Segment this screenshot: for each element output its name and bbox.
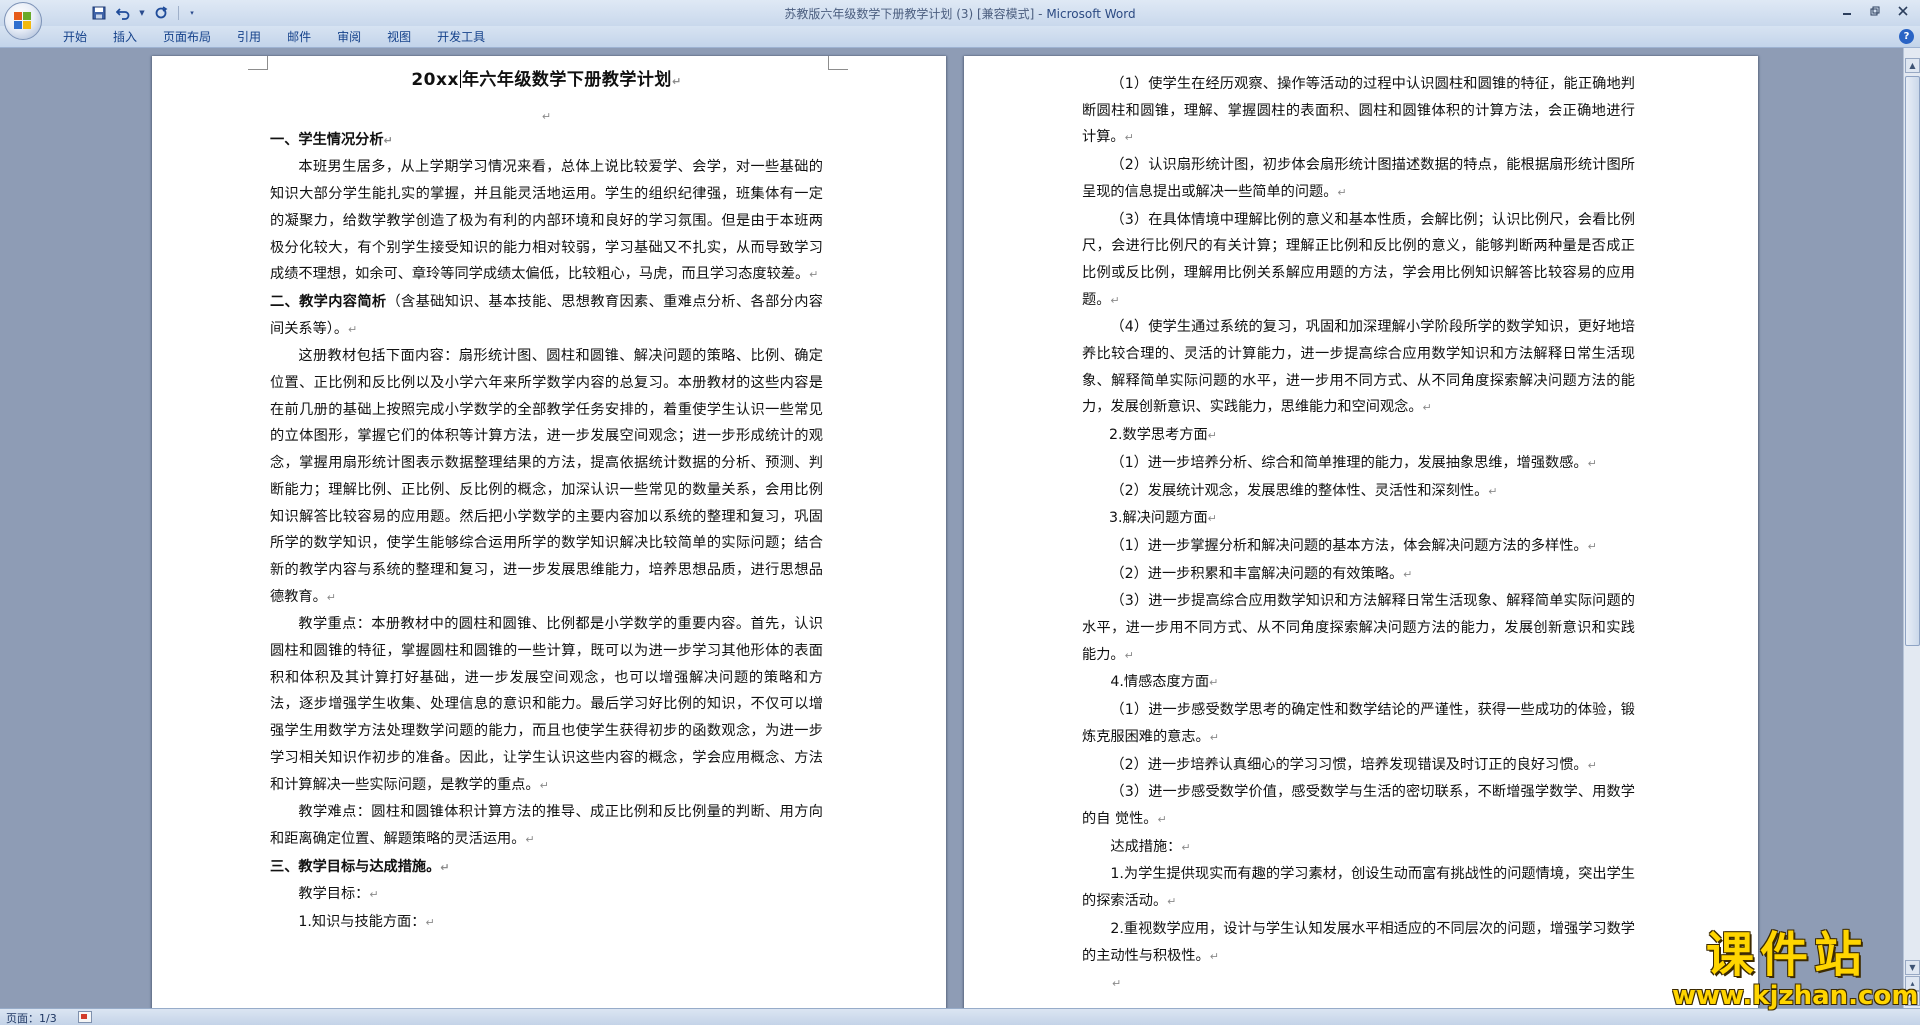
ribbon-tab-bar: 开始 插入 页面布局 引用 邮件 审阅 视图 开发工具 ? — [0, 26, 1920, 48]
title-bar: ▼ ▾ 苏教版六年级数学下册教学计划 (3) [兼容模式] - Microsof… — [0, 0, 1920, 26]
paragraph: 教学重点：本册教材中的圆柱和圆锥、比例都是小学数学的重要内容。首先，认识圆柱和圆… — [270, 616, 823, 793]
paragraph-text: （1）进一步掌握分析和解决问题的基本方法，体会解决问题方法的多样性。 — [1110, 537, 1588, 554]
paragraph: 一、学生情况分析↵ — [270, 131, 393, 148]
scrollbar-thumb[interactable] — [1905, 76, 1920, 646]
proofing-icon[interactable] — [78, 1011, 92, 1023]
restore-icon[interactable] — [1862, 2, 1888, 20]
document-title-heading: 20xx 年六年级数学下册教学计划↵ — [411, 70, 682, 90]
paragraph: （2）认识扇形统计图，初步体会扇形统计图描述数据的特点，能根据扇形统计图所呈现的… — [1082, 157, 1635, 200]
scroll-up-icon[interactable]: ▲ — [1905, 58, 1920, 73]
page-1-text[interactable]: 20xx 年六年级数学下册教学计划↵ ↵ 一、学生情况分析↵ 本班男生居多，从上学期… — [270, 67, 823, 937]
paragraph-text: 达成措施： — [1110, 838, 1182, 855]
paragraph: 教学目标：↵ — [298, 886, 379, 903]
paragraph-text: 1.知识与技能方面： — [298, 914, 426, 931]
paragraph-text: 这册教材包括下面内容：扇形统计图、圆柱和圆锥、解决问题的策略、比例、确定位置、正… — [270, 348, 823, 605]
paragraph: 1.为学生提供现实而有趣的学习素材，创设生动而富有挑战性的问题情境，突出学生的探… — [1082, 866, 1635, 910]
section-heading: 一、学生情况分析 — [270, 131, 384, 148]
scroll-down-icon[interactable]: ▼ — [1905, 960, 1920, 975]
page-2-text[interactable]: （1）使学生在经历观察、操作等活动的过程中认识圆柱和圆锥的特征，能正确地判断圆柱… — [1082, 71, 1635, 998]
document-page-1[interactable]: 20xx 年六年级数学下册教学计划↵ ↵ 一、学生情况分析↵ 本班男生居多，从上学期… — [152, 56, 946, 1008]
paragraph-text: 3.解决问题方面 — [1108, 510, 1208, 527]
paragraph: （1）进一步培养分析、综合和简单推理的能力，发展抽象思维，增强数感。↵ — [1110, 454, 1597, 471]
section-heading: 三、教学目标与达成措施。 — [270, 858, 441, 875]
paragraph-text: （3）进一步提高综合应用数学知识和方法解释日常生活现象、解释简单实际问题的水平，… — [1082, 593, 1635, 663]
paragraph-text: （4）使学生通过系统的复习，巩固和加深理解小学阶段所学的数学知识，更好地培养比较… — [1082, 319, 1635, 416]
watermark-text: 课件站 — [1705, 927, 1868, 983]
paragraph: 教学难点：圆柱和圆锥体积计算方法的推导、成正比例和反比例量的判断、用方向和距离确… — [270, 804, 823, 847]
watermark-logo: 课件站 www.kjzhan.com — [1672, 927, 1919, 1011]
paragraph-text: （2）进一步积累和丰富解决问题的有效策略。 — [1110, 565, 1404, 582]
empty-paragraph: ↵ — [541, 109, 552, 123]
paragraph: 二、教学内容简析（含基础知识、基本技能、思想教育因素、重难点分析、各部分内容间关… — [270, 293, 823, 337]
paragraph-text: （1）进一步感受数学思考的确定性和数学结论的严谨性，获得一些成功的体验，锻炼克服… — [1082, 702, 1635, 745]
paragraph: （2）进一步培养认真细心的学习习惯，培养发现错误及时订正的良好习惯。↵ — [1110, 756, 1597, 773]
paragraph: （3）进一步感受数学价值，感受数学与生活的密切联系，不断增强学数学、用数学的自 … — [1082, 784, 1635, 827]
office-logo-icon — [14, 12, 32, 30]
close-icon[interactable] — [1890, 2, 1916, 20]
minimize-icon[interactable] — [1834, 2, 1860, 20]
ribbon-tab[interactable]: 页面布局 — [150, 30, 224, 44]
document-heading-text: 20xx 年六年级数学下册教学计划 — [411, 70, 672, 90]
document-page-2[interactable]: （1）使学生在经历观察、操作等活动的过程中认识圆柱和圆锥的特征，能正确地判断圆柱… — [964, 56, 1758, 1008]
paragraph: （3）在具体情境中理解比例的意义和基本性质，会解比例；认识比例尺，会看比例尺，会… — [1082, 211, 1635, 308]
paragraph-text: （2）认识扇形统计图，初步体会扇形统计图描述数据的特点，能根据扇形统计图所呈现的… — [1082, 157, 1635, 200]
paragraph: 这册教材包括下面内容：扇形统计图、圆柱和圆锥、解决问题的策略、比例、确定位置、正… — [270, 348, 823, 605]
crop-mark — [248, 56, 268, 70]
window-title: 苏教版六年级数学下册教学计划 (3) [兼容模式] - Microsoft Wo… — [0, 5, 1920, 22]
paragraph-text: （1）使学生在经历观察、操作等活动的过程中认识圆柱和圆锥的特征，能正确地判断圆柱… — [1082, 76, 1635, 146]
watermark-url: www.kjzhan.com — [1672, 981, 1919, 1011]
paragraph: （1）进一步掌握分析和解决问题的基本方法，体会解决问题方法的多样性。↵ — [1110, 537, 1597, 554]
paragraph: （1）使学生在经历观察、操作等活动的过程中认识圆柱和圆锥的特征，能正确地判断圆柱… — [1082, 76, 1635, 146]
section-heading: 二、教学内容简析 — [270, 293, 387, 310]
paragraph-text: 1.为学生提供现实而有趣的学习素材，创设生动而富有挑战性的问题情境，突出学生的探… — [1082, 866, 1635, 910]
ribbon-tab[interactable]: 开发工具 — [424, 30, 498, 44]
paragraph: 本班男生居多，从上学期学习情况来看，总体上说比较爱学、会学，对一些基础的知识大部… — [270, 159, 823, 283]
ribbon-tabs: 开始 插入 页面布局 引用 邮件 审阅 视图 开发工具 — [50, 30, 498, 44]
status-bar: 页面：1/3 — [0, 1008, 1920, 1025]
ribbon-tab[interactable]: 审阅 — [324, 30, 374, 44]
document-title: 苏教版六年级数学下册教学计划 (3) [兼容模式] - — [784, 7, 1047, 21]
text-cursor — [459, 70, 461, 88]
empty-paragraph: ↵ — [1112, 977, 1122, 991]
paragraph: 2.数学思考方面↵ — [1108, 427, 1217, 444]
paragraph: 达成措施：↵ — [1110, 838, 1191, 855]
paragraph-text: 教学重点：本册教材中的圆柱和圆锥、比例都是小学数学的重要内容。首先，认识圆柱和圆… — [270, 616, 823, 793]
paragraph: 3.解决问题方面↵ — [1108, 510, 1217, 527]
crop-mark — [828, 56, 848, 70]
paragraph: （4）使学生通过系统的复习，巩固和加深理解小学阶段所学的数学知识，更好地培养比较… — [1082, 319, 1635, 416]
document-workspace: 20xx 年六年级数学下册教学计划↵ ↵ 一、学生情况分析↵ 本班男生居多，从上学期… — [0, 48, 1903, 1008]
paragraph: 2.重视数学应用，设计与学生认知发展水平相适应的不同层次的问题，增强学习数学的主… — [1082, 920, 1635, 964]
app-name: Microsoft Word — [1046, 7, 1136, 21]
paragraph: （1）进一步感受数学思考的确定性和数学结论的严谨性，获得一些成功的体验，锻炼克服… — [1082, 702, 1635, 745]
ribbon-tab[interactable]: 引用 — [224, 30, 274, 44]
office-button[interactable] — [4, 2, 42, 40]
help-icon[interactable]: ? — [1899, 29, 1914, 44]
page-count[interactable]: 页面：1/3 — [6, 1010, 57, 1025]
paragraph: （2）发展统计观念，发展思维的整体性、灵活性和深刻性。↵ — [1110, 482, 1498, 499]
ribbon-tab[interactable]: 邮件 — [274, 30, 324, 44]
paragraph: 三、教学目标与达成措施。↵ — [270, 858, 450, 875]
paragraph-text: 教学目标： — [298, 886, 370, 903]
paragraph-text: 本班男生居多，从上学期学习情况来看，总体上说比较爱学、会学，对一些基础的知识大部… — [270, 159, 823, 283]
paragraph-text: （2）进一步培养认真细心的学习习惯，培养发现错误及时订正的良好习惯。 — [1110, 756, 1588, 773]
paragraph-text: （2）发展统计观念，发展思维的整体性、灵活性和深刻性。 — [1110, 482, 1489, 499]
paragraph: 1.知识与技能方面：↵ — [298, 914, 435, 931]
ribbon-tab[interactable]: 开始 — [50, 30, 100, 44]
paragraph-text: （1）进一步培养分析、综合和简单推理的能力，发展抽象思维，增强数感。 — [1110, 454, 1588, 471]
vertical-scrollbar[interactable]: ▲ ▼ ▴ ● — [1903, 48, 1920, 1008]
paragraph-text: （3）在具体情境中理解比例的意义和基本性质，会解比例；认识比例尺，会看比例尺，会… — [1082, 211, 1635, 308]
window-controls — [1834, 2, 1916, 20]
paragraph-text: 4.情感态度方面 — [1110, 674, 1210, 691]
paragraph-text: 2.重视数学应用，设计与学生认知发展水平相适应的不同层次的问题，增强学习数学的主… — [1082, 920, 1635, 964]
paragraph: 4.情感态度方面↵ — [1110, 674, 1219, 691]
paragraph-text: 2.数学思考方面 — [1108, 427, 1208, 444]
ribbon-tab[interactable]: 插入 — [100, 30, 150, 44]
paragraph: （3）进一步提高综合应用数学知识和方法解释日常生活现象、解释简单实际问题的水平，… — [1082, 593, 1635, 663]
ribbon-tab[interactable]: 视图 — [374, 30, 424, 44]
paragraph-text: 教学难点：圆柱和圆锥体积计算方法的推导、成正比例和反比例量的判断、用方向和距离确… — [270, 804, 823, 847]
paragraph: （2）进一步积累和丰富解决问题的有效策略。↵ — [1110, 565, 1413, 582]
